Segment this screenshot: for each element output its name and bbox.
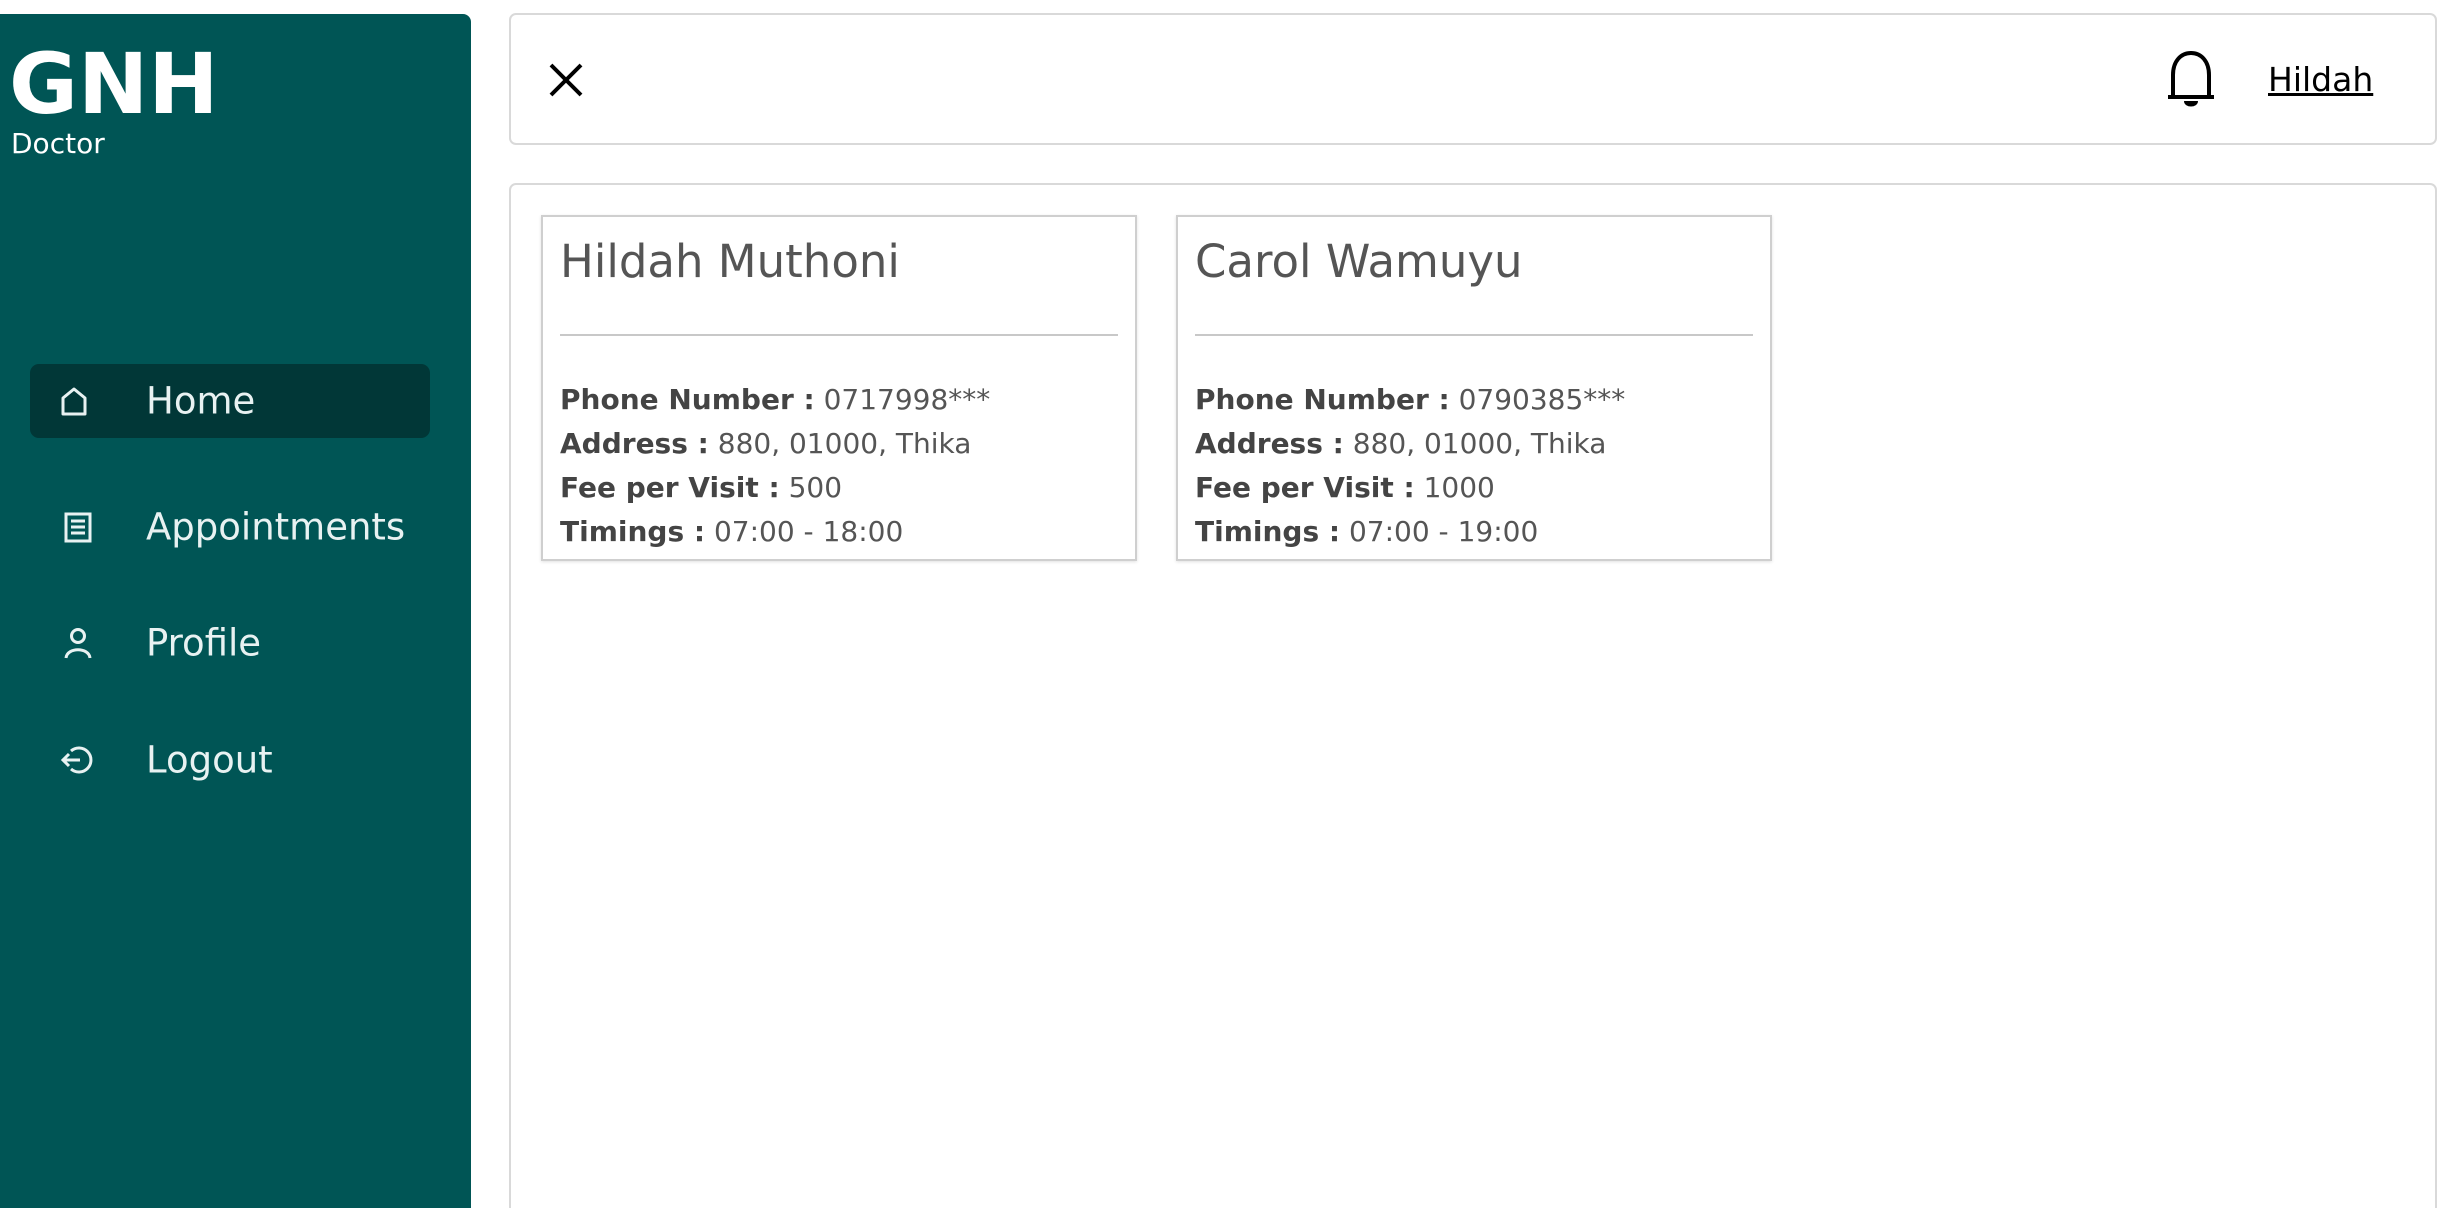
address-label: Address : — [1195, 427, 1344, 460]
fee-label: Fee per Visit : — [560, 471, 780, 504]
fee-value: 500 — [788, 471, 843, 504]
brand-logo: GNH — [9, 35, 219, 133]
timings-row: Timings : 07:00 - 19:00 — [1195, 518, 1538, 546]
sidebar-item-label: Appointments — [146, 505, 406, 549]
address-row: Address : 880, 01000, Thika — [1195, 430, 1606, 458]
home-icon — [61, 387, 87, 416]
app-root: GNH Doctor Home Appointments Profile Log… — [0, 0, 2450, 1208]
fee-label: Fee per Visit : — [1195, 471, 1415, 504]
card-divider — [1195, 334, 1753, 336]
card-divider — [560, 334, 1118, 336]
timings-value: 07:00 - 18:00 — [713, 515, 904, 548]
timings-row: Timings : 07:00 - 18:00 — [560, 518, 903, 546]
sidebar: GNH Doctor Home Appointments Profile Log… — [0, 14, 471, 1208]
list-icon — [64, 512, 92, 543]
phone-value: 0790385*** — [1458, 383, 1626, 416]
user-icon — [64, 628, 92, 659]
doctor-name: Carol Wamuyu — [1195, 235, 1523, 288]
user-role: Doctor — [11, 127, 105, 160]
phone-row: Phone Number : 0717998*** — [560, 386, 990, 414]
main-content: Hildah Muthoni Phone Number : 0717998***… — [509, 183, 2437, 1208]
fee-row: Fee per Visit : 500 — [560, 474, 842, 502]
phone-label: Phone Number : — [1195, 383, 1450, 416]
sidebar-item-label: Logout — [146, 738, 273, 782]
bell-icon[interactable] — [2163, 47, 2219, 111]
address-label: Address : — [560, 427, 709, 460]
timings-value: 07:00 - 19:00 — [1348, 515, 1539, 548]
top-header: Hildah — [509, 13, 2437, 145]
address-value: 880, 01000, Thika — [1352, 427, 1607, 460]
address-value: 880, 01000, Thika — [717, 427, 972, 460]
phone-label: Phone Number : — [560, 383, 815, 416]
doctor-name: Hildah Muthoni — [560, 235, 900, 288]
doctor-card[interactable]: Carol Wamuyu Phone Number : 0790385*** A… — [1176, 215, 1772, 561]
sidebar-item-profile[interactable]: Profile — [30, 606, 430, 680]
timings-label: Timings : — [560, 515, 706, 548]
sidebar-item-logout[interactable]: Logout — [30, 723, 430, 797]
logout-icon — [60, 746, 93, 774]
sidebar-item-home[interactable]: Home — [30, 364, 430, 438]
close-icon[interactable] — [541, 55, 591, 105]
timings-label: Timings : — [1195, 515, 1341, 548]
address-row: Address : 880, 01000, Thika — [560, 430, 971, 458]
fee-row: Fee per Visit : 1000 — [1195, 474, 1495, 502]
sidebar-item-appointments[interactable]: Appointments — [30, 490, 430, 564]
fee-value: 1000 — [1423, 471, 1495, 504]
doctor-card[interactable]: Hildah Muthoni Phone Number : 0717998***… — [541, 215, 1137, 561]
phone-row: Phone Number : 0790385*** — [1195, 386, 1625, 414]
phone-value: 0717998*** — [823, 383, 991, 416]
user-name-link[interactable]: Hildah — [2268, 60, 2373, 99]
sidebar-item-label: Home — [146, 379, 256, 423]
sidebar-item-label: Profile — [146, 621, 262, 665]
